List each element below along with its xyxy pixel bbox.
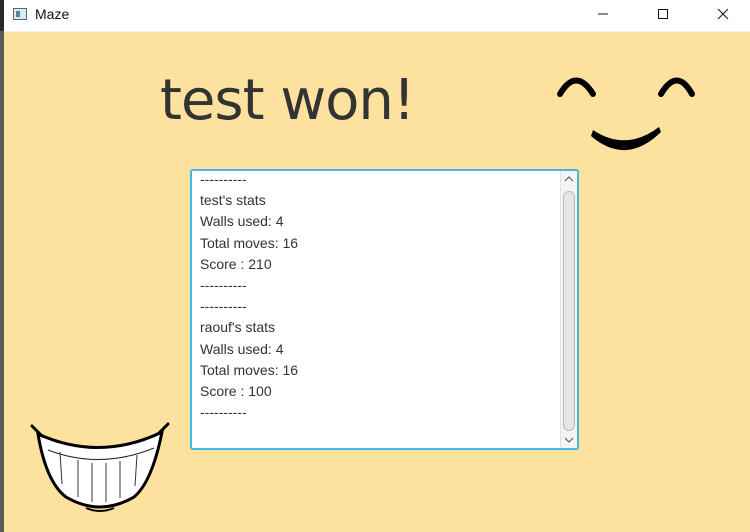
minimize-icon [598,13,608,15]
stats-line: Walls used: 4 [200,213,284,230]
scroll-up-button[interactable] [561,171,577,187]
close-icon [717,8,729,20]
smiley-face-icon [557,77,695,151]
scroll-down-button[interactable] [561,432,577,448]
stats-line: Total moves: 16 [200,361,299,378]
maze-window: Maze test won! ---------- test's stats W… [4,0,750,532]
title-bar[interactable]: Maze [4,0,750,32]
stats-line: Score : 100 [200,382,272,399]
stats-line: Walls used: 4 [200,340,284,357]
stats-line: raouf's stats [200,319,276,336]
stats-line: ---------- [200,404,247,421]
close-button[interactable] [700,0,746,31]
winner-heading: test won! [160,68,415,133]
app-icon [13,8,27,20]
minimize-button[interactable] [580,0,626,31]
vertical-scrollbar[interactable] [560,171,577,448]
grin-teeth-icon [30,422,170,512]
stats-line: ---------- [200,298,247,315]
window-title: Maze [35,6,70,22]
stats-lines: ---------- test's stats Walls used: 4 Total… [200,171,550,423]
maximize-icon [658,9,668,19]
chevron-down-icon [564,437,574,443]
chevron-up-icon [564,176,574,182]
stats-line: ---------- [200,276,247,293]
stats-line: Score : 210 [200,255,272,272]
maximize-button[interactable] [640,0,686,31]
stats-line: Total moves: 16 [200,234,299,251]
stats-line: test's stats [200,192,266,209]
stats-line: ---------- [200,171,247,187]
stats-text-area[interactable]: ---------- test's stats Walls used: 4 Total… [190,169,579,450]
scroll-thumb[interactable] [563,191,575,431]
